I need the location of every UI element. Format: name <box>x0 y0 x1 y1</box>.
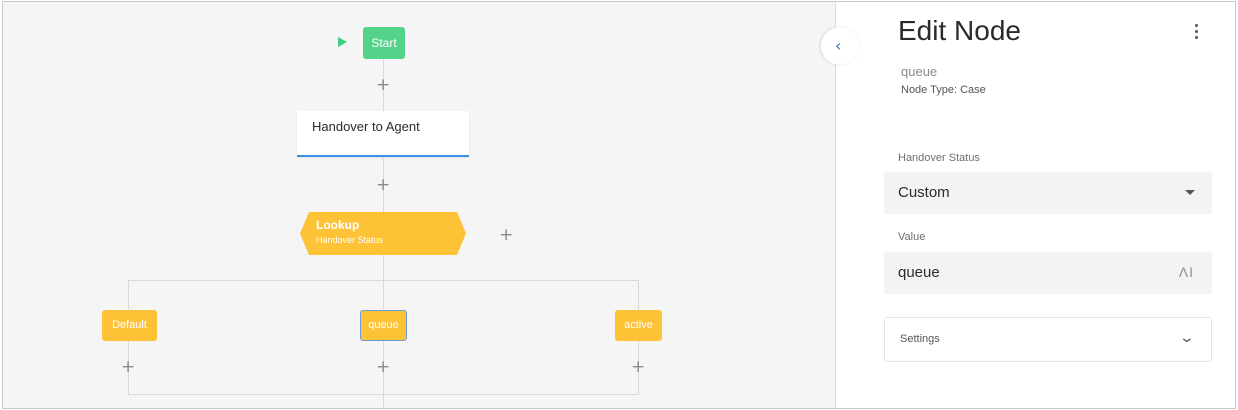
handover-node-label: Handover to Agent <box>312 119 420 134</box>
chevron-down-icon: ⌄ <box>1178 330 1196 346</box>
value-input-text: queue <box>898 264 940 281</box>
connector-line <box>128 280 639 281</box>
case-node-default[interactable]: Default <box>102 310 157 341</box>
add-node-icon[interactable]: + <box>121 359 135 376</box>
ai-icon[interactable]: ΛI <box>1179 264 1194 280</box>
node-type: Node Type: Case <box>901 84 986 96</box>
edit-node-panel: Edit Node queue Node Type: Case Handover… <box>837 2 1235 408</box>
value-label: Value <box>898 231 926 243</box>
node-name: queue <box>901 64 938 79</box>
case-node-queue[interactable]: queue <box>360 310 407 341</box>
start-node[interactable]: Start <box>363 27 405 59</box>
flow-canvas[interactable]: Start + Handover to Agent + Lookup Hando… <box>3 2 836 408</box>
handover-status-value: Custom <box>898 184 950 201</box>
settings-accordion[interactable]: Settings ⌄ <box>884 317 1212 362</box>
case-node-active[interactable]: active <box>615 310 662 341</box>
lookup-node-title: Lookup <box>316 218 360 232</box>
caret-down-icon <box>1185 190 1195 195</box>
handover-status-label: Handover Status <box>898 152 980 164</box>
add-node-icon[interactable]: + <box>376 359 390 376</box>
chevron-left-icon: ‹ <box>835 36 842 55</box>
lookup-node[interactable]: Lookup Handover Status <box>300 212 466 255</box>
handover-node[interactable]: Handover to Agent <box>297 111 469 157</box>
add-branch-icon[interactable]: + <box>499 227 513 244</box>
app-frame: Start + Handover to Agent + Lookup Hando… <box>2 1 1236 409</box>
more-options-icon[interactable] <box>1192 22 1202 42</box>
play-icon[interactable] <box>338 37 347 47</box>
value-input[interactable]: queue ΛI <box>884 252 1212 294</box>
handover-status-select[interactable]: Custom <box>884 172 1212 214</box>
add-node-icon[interactable]: + <box>376 77 390 94</box>
panel-title: Edit Node <box>898 15 1021 46</box>
collapse-panel-button[interactable]: ‹ <box>821 27 859 65</box>
connector-line <box>128 394 639 395</box>
add-node-icon[interactable]: + <box>631 359 645 376</box>
lookup-node-subtitle: Handover Status <box>316 235 384 245</box>
settings-label: Settings <box>900 333 940 345</box>
add-node-icon[interactable]: + <box>376 177 390 194</box>
